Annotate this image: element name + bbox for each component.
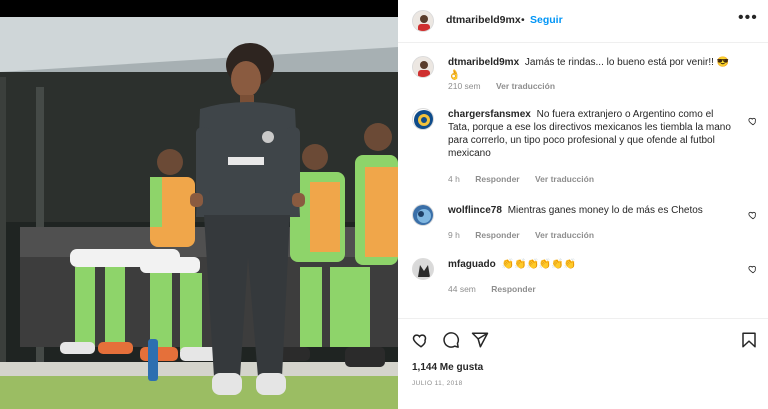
reply-button[interactable]: Responder <box>475 230 519 240</box>
caption-avatar[interactable] <box>412 56 434 78</box>
comment-time[interactable]: 4 h <box>448 174 460 184</box>
comment-avatar-image <box>413 259 433 279</box>
comment-message: Mientras ganes money lo de más es Chetos <box>507 205 703 216</box>
comment-like-heart-icon[interactable] <box>748 264 758 274</box>
comment-message: 👏👏👏👏👏👏 <box>501 259 577 270</box>
caption-translate-link[interactable]: Ver traducción <box>496 81 555 91</box>
more-options-icon[interactable]: ••• <box>738 9 758 27</box>
header-separator: • <box>521 14 525 26</box>
comment-text: wolflince78 Mientras ganes money lo de m… <box>448 204 736 217</box>
heart-icon[interactable] <box>412 331 430 349</box>
comment-like-heart-icon[interactable] <box>748 116 758 126</box>
reply-button[interactable]: Responder <box>491 284 535 294</box>
translate-link[interactable]: Ver traducción <box>535 230 594 240</box>
share-icon[interactable] <box>471 331 489 349</box>
post-actions: 1,144 Me gusta JULIO 11, 2018 <box>398 318 768 409</box>
caption-username[interactable]: dtmaribeld9mx <box>448 57 519 68</box>
author-username[interactable]: dtmaribeld9mx <box>446 14 521 26</box>
author-avatar-image <box>413 11 433 31</box>
caption-avatar-image <box>413 57 433 77</box>
likes-count[interactable]: 1,144 Me gusta <box>412 362 483 373</box>
comment-icon[interactable] <box>442 331 460 349</box>
follow-button[interactable]: Seguir <box>530 14 563 26</box>
comment-username[interactable]: chargersfansmex <box>448 109 531 120</box>
comment-like-heart-icon[interactable] <box>748 210 758 220</box>
comment-meta: 4 h Responder Ver traducción <box>448 174 607 184</box>
caption-text: dtmaribeld9mx Jamás te rindas... lo buen… <box>448 56 736 82</box>
caption-time[interactable]: 210 sem <box>448 81 481 91</box>
post-date[interactable]: JULIO 11, 2018 <box>412 380 463 387</box>
comment-text: mfaguado 👏👏👏👏👏👏 <box>448 258 736 271</box>
comment-avatar[interactable] <box>412 258 434 280</box>
comment-meta: 44 sem Responder <box>448 284 549 294</box>
post-header: dtmaribeld9mx • Seguir ••• <box>398 0 768 43</box>
comment-avatar[interactable] <box>412 204 434 226</box>
instagram-post-viewer: dtmaribeld9mx • Seguir ••• dtmaribeld9mx… <box>0 0 768 409</box>
comment-avatar[interactable] <box>412 108 434 130</box>
bookmark-icon[interactable] <box>740 331 758 349</box>
comment-avatar-image <box>413 109 433 129</box>
caption-meta: 210 sem Ver traducción <box>448 81 568 91</box>
author-avatar[interactable] <box>412 10 434 32</box>
comment-time[interactable]: 44 sem <box>448 284 476 294</box>
post-photo-image <box>0 17 398 409</box>
comment-username[interactable]: mfaguado <box>448 259 496 270</box>
comment-time[interactable]: 9 h <box>448 230 460 240</box>
post-side-panel: dtmaribeld9mx • Seguir ••• dtmaribeld9mx… <box>398 0 768 409</box>
comment-text: chargersfansmex No fuera extranjero o Ar… <box>448 108 736 160</box>
post-photo[interactable] <box>0 17 398 409</box>
comment-meta: 9 h Responder Ver traducción <box>448 230 607 240</box>
comment-avatar-image <box>413 205 433 225</box>
comment-username[interactable]: wolflince78 <box>448 205 502 216</box>
comments-list[interactable]: dtmaribeld9mx Jamás te rindas... lo buen… <box>398 44 768 318</box>
translate-link[interactable]: Ver traducción <box>535 174 594 184</box>
reply-button[interactable]: Responder <box>475 174 519 184</box>
